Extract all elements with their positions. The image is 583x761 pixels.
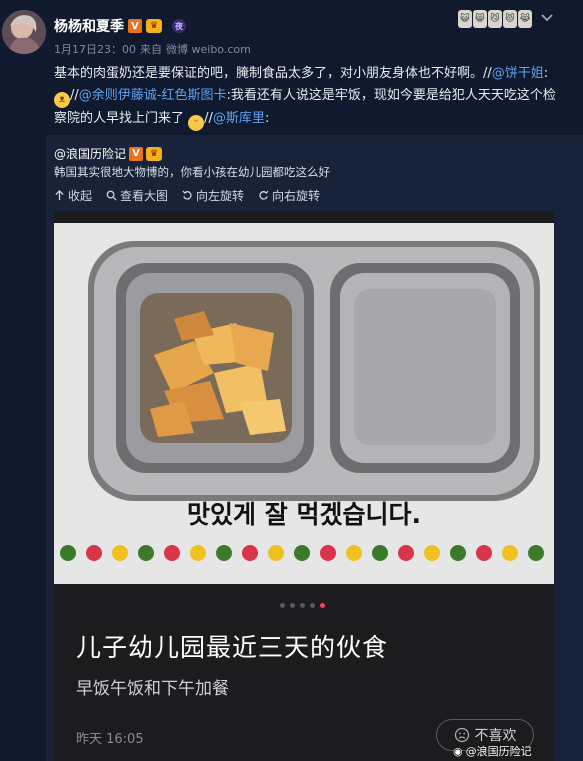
post-source[interactable]: 微博 weibo.com [166,41,251,57]
repost-author[interactable]: @浪国历险记 V ♛ [54,145,163,162]
user-avatar[interactable] [2,10,46,54]
page-dot[interactable] [300,603,305,608]
deco-cat-icon: 😾 [503,10,517,28]
body-text-5: // [204,111,213,126]
page-dot[interactable] [310,603,315,608]
photo-caption: 맛있게 잘 먹겠습니다. [187,500,421,529]
watermark-text: @浪国历险记 [465,745,532,758]
post-timestamp[interactable]: 1月17日23：00 [54,41,136,57]
rotate-left-button[interactable]: 向左旋转 [182,187,244,204]
page-dot[interactable] [290,603,295,608]
collapse-button[interactable]: 收起 [54,187,92,204]
zoom-icon [106,190,117,201]
page-dot[interactable] [280,603,285,608]
repost-author-name[interactable]: @浪国历险记 [54,145,126,162]
page-dot-active[interactable] [320,603,325,608]
deco-cat-icon: 😺 [458,10,472,28]
rotate-left-icon [182,190,192,200]
body-text-2: : [543,66,549,81]
verified-badge-icon: V [128,19,142,33]
post-body: 基本的肉蛋奶还是要保证的吧，腌制食品太多了，对小朋友身体也不好啊。//@饼干姐:… [54,63,559,131]
vip-crown-icon: ♛ [146,19,162,33]
rotate-right-label: 向右旋转 [272,189,321,203]
rotate-right-button[interactable]: 向右旋转 [258,187,320,204]
mention-link[interactable]: @斯库里 [213,111,265,126]
body-text-6: : [264,111,270,126]
view-large-button[interactable]: 查看大图 [106,187,168,204]
view-large-label: 查看大图 [120,189,169,203]
collapse-label: 收起 [68,189,93,203]
body-text-3: // [70,88,79,103]
weibo-watermark: ◉ @浪国历险记 [453,743,532,759]
weibo-post: 杨杨和夏季 V ♛ 夜 1月17日23：00 来自 微博 weibo.com 😺… [0,0,583,761]
page-indicator [280,603,325,608]
image-toolbar: 收起 查看大图 向左旋转 向右旋转 [54,187,320,204]
vip-crown-icon: ♛ [146,146,163,161]
verified-badge-icon: V [129,146,144,161]
rotate-right-icon [259,190,269,200]
card-subtitle: 早饭午饭和下午加餐 [76,679,229,699]
deco-cat-icon: 😹 [518,10,532,28]
more-chevron-down-icon[interactable] [539,10,555,26]
rotate-left-label: 向左旋转 [196,189,245,203]
post-meta: 1月17日23：00 来自 微博 weibo.com [54,41,251,57]
food-tray-photo[interactable]: 맛있게 잘 먹겠습니다. [54,223,554,584]
mention-link[interactable]: @饼干姐 [492,66,544,81]
deco-cat-icon: 😼 [488,10,502,28]
card-time: 昨天 16:05 [76,732,144,747]
mention-link[interactable]: @余则伊藤诚-红色斯图卡 [79,88,227,103]
embedded-image-card[interactable]: 맛있게 잘 먹겠습니다. 儿子幼儿园最近三天的伙食 早饭午饭和下午加餐 昨天 1… [54,211,554,761]
card-title: 儿子幼儿园最近三天的伙食 [76,633,389,662]
member-badge-icon: 夜 [172,19,186,33]
frown-face-icon [454,727,469,743]
cat-emoji-icon: ᴥ [54,92,70,108]
arrow-up-icon [55,190,64,201]
deco-cat-icon: 😸 [473,10,487,28]
repost-text: 韩国其实很地大物博的，你看小孩在幼儿园都吃这么好 [54,165,330,179]
post-source-prefix: 来自 [140,43,162,56]
author-name[interactable]: 杨杨和夏季 [54,16,124,36]
smirk-emoji-icon: ᵕ [188,115,205,131]
card-decoration: 😺 😸 😼 😾 😹 [458,10,532,28]
weibo-logo-icon: ◉ [453,744,463,758]
post-author[interactable]: 杨杨和夏季 V ♛ 夜 [54,16,186,36]
body-text-1: 基本的肉蛋奶还是要保证的吧，腌制食品太多了，对小朋友身体也不好啊。// [54,66,492,81]
dislike-label: 不喜欢 [474,728,517,744]
